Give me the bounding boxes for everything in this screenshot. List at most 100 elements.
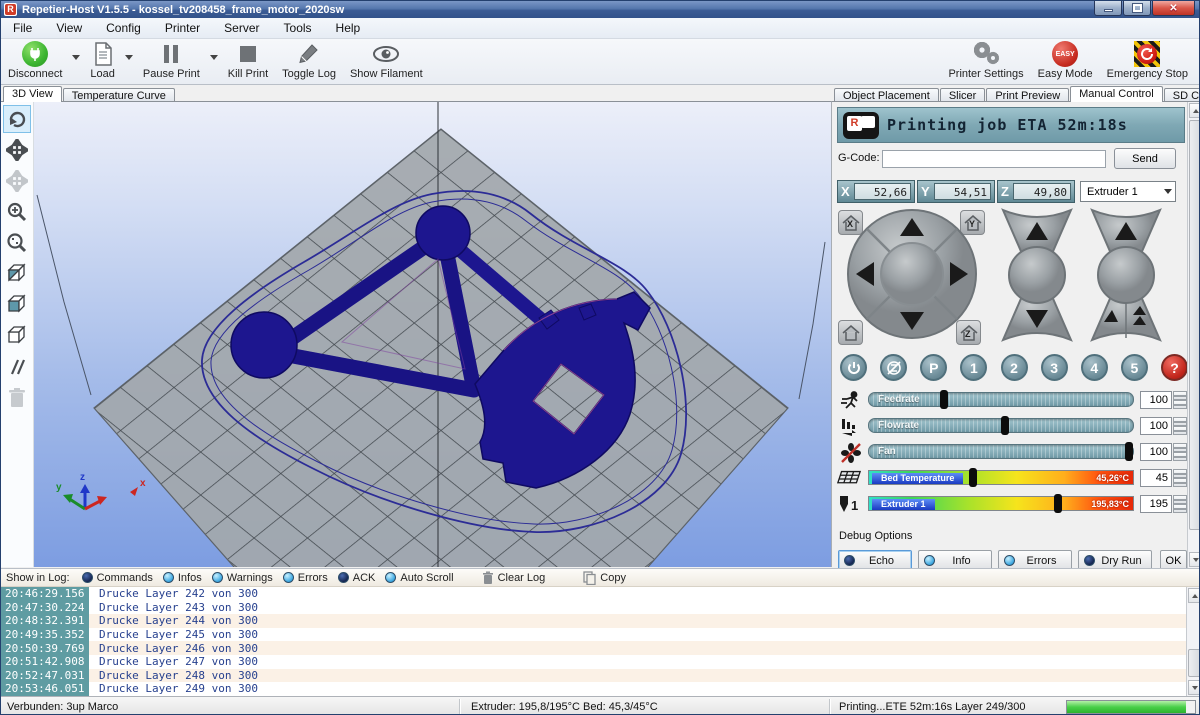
minimize-button[interactable] (1094, 1, 1122, 16)
fit-view-button[interactable] (3, 229, 31, 257)
close-button[interactable]: ✕ (1152, 1, 1195, 16)
preset-2-button[interactable]: 2 (1001, 354, 1028, 381)
copy-log-button[interactable]: Copy (583, 571, 626, 585)
scroll-down-button[interactable] (1189, 552, 1200, 567)
tab-3d-view[interactable]: 3D View (3, 86, 62, 102)
load-button[interactable]: Load (83, 39, 121, 84)
panel-scrollbar[interactable] (1187, 102, 1200, 568)
menu-help[interactable]: Help (324, 19, 373, 37)
extruder-temp-thumb[interactable] (1054, 494, 1062, 513)
log-scroll-down-button[interactable] (1188, 680, 1200, 695)
tab-slicer[interactable]: Slicer (940, 88, 986, 102)
tab-sd-card[interactable]: SD Card (1164, 88, 1200, 102)
fan-slider[interactable]: Fan (868, 444, 1134, 459)
menu-file[interactable]: File (1, 19, 44, 37)
disconnect-button[interactable]: Disconnect (1, 39, 69, 84)
zoom-in-button[interactable] (3, 198, 31, 226)
fan-slider-thumb[interactable] (1125, 442, 1133, 461)
tab-manual-control[interactable]: Manual Control (1070, 86, 1163, 102)
tab-temperature-curve[interactable]: Temperature Curve (63, 88, 175, 102)
extruder-target-value[interactable]: 195 (1140, 495, 1172, 513)
printer-settings-button[interactable]: Printer Settings (941, 39, 1030, 85)
rotate-view-button[interactable] (3, 105, 31, 133)
eye-icon (372, 41, 400, 67)
log-toggle-ack[interactable]: ACK (338, 572, 376, 584)
log-scrollbar[interactable] (1186, 587, 1200, 696)
top-view-button[interactable] (3, 322, 31, 350)
extruder-temp-spinner[interactable] (1173, 495, 1187, 513)
preset-1-button[interactable]: 1 (960, 354, 987, 381)
log-list[interactable]: 20:46:29.156Drucke Layer 242 von 300 20:… (1, 587, 1187, 696)
clear-log-button[interactable]: Clear Log (482, 571, 546, 585)
preset-3-button[interactable]: 3 (1041, 354, 1068, 381)
log-row: 20:47:30.224Drucke Layer 243 von 300 (1, 601, 1187, 615)
move-view-button[interactable] (3, 136, 31, 164)
easy-mode-button[interactable]: EASY Easy Mode (1031, 39, 1100, 85)
maximize-button[interactable] (1123, 1, 1151, 16)
parallel-projection-button[interactable] (3, 353, 31, 381)
fan-spinner[interactable] (1173, 443, 1187, 461)
motors-off-button[interactable] (880, 354, 907, 381)
front-view-button[interactable] (3, 291, 31, 319)
extruder-temperature-slider[interactable]: Extruder 1 195,83°C (868, 496, 1134, 511)
pause-print-button[interactable]: Pause Print (136, 39, 207, 84)
toggle-log-button[interactable]: Toggle Log (275, 39, 343, 84)
extruder-current-temp: 195,83°C (1091, 499, 1129, 509)
feedrate-spinner[interactable] (1173, 391, 1187, 409)
tab-object-placement[interactable]: Object Placement (834, 88, 939, 102)
stop-icon (238, 41, 258, 67)
load-dropdown[interactable] (122, 39, 136, 84)
flowrate-value[interactable]: 100 (1140, 417, 1172, 435)
power-button[interactable] (840, 354, 867, 381)
extruder-select[interactable]: Extruder 1 (1080, 181, 1176, 202)
fan-value[interactable]: 100 (1140, 443, 1172, 461)
extruder-jog-control[interactable] (1084, 206, 1168, 344)
log-toggle-errors[interactable]: Errors (283, 572, 328, 584)
preset-4-button[interactable]: 4 (1081, 354, 1108, 381)
scroll-up-button[interactable] (1189, 103, 1200, 118)
emergency-stop-button[interactable]: Emergency Stop (1100, 39, 1195, 85)
log-toggle-commands[interactable]: Commands (82, 572, 153, 584)
panel-scroll-thumb[interactable] (1189, 120, 1200, 530)
isometric-view-button[interactable] (3, 260, 31, 288)
flowrate-spinner[interactable] (1173, 417, 1187, 435)
help-button[interactable]: ? (1161, 354, 1188, 381)
iso-cube-icon (5, 262, 29, 286)
menu-view[interactable]: View (44, 19, 94, 37)
delete-object-button[interactable] (3, 384, 31, 412)
bed-temp-spinner[interactable] (1173, 469, 1187, 487)
feedrate-value[interactable]: 100 (1140, 391, 1172, 409)
gcode-input[interactable] (882, 150, 1106, 168)
feedrate-slider-thumb[interactable] (940, 390, 948, 409)
flowrate-slider[interactable]: Flowrate (868, 418, 1134, 433)
log-toggle-warnings[interactable]: Warnings (212, 572, 273, 584)
log-toggle-infos[interactable]: Infos (163, 572, 202, 584)
tab-print-preview[interactable]: Print Preview (986, 88, 1069, 102)
disconnect-dropdown[interactable] (69, 39, 83, 84)
manual-control-panel: R Printing job ETA 52m:18s G-Code: Send … (831, 101, 1200, 567)
send-button[interactable]: Send (1114, 148, 1176, 169)
log-toggle-autoscroll[interactable]: Auto Scroll (385, 572, 453, 584)
xy-jog-pad[interactable] (844, 206, 980, 342)
show-filament-button[interactable]: Show Filament (343, 39, 430, 84)
viewport-3d[interactable]: y z x (1, 101, 831, 567)
move-object-button[interactable] (3, 167, 31, 195)
extruder-icon: 1 (836, 494, 862, 516)
preset-5-button[interactable]: 5 (1121, 354, 1148, 381)
menu-config[interactable]: Config (94, 19, 153, 37)
log-scroll-up-button[interactable] (1188, 588, 1200, 603)
feedrate-slider[interactable]: Feedrate (868, 392, 1134, 407)
park-button[interactable]: P (920, 354, 947, 381)
menu-server[interactable]: Server (212, 19, 271, 37)
axis-label-y: y (56, 482, 62, 493)
menu-tools[interactable]: Tools (272, 19, 324, 37)
bed-temperature-slider[interactable]: Bed Temperature 45,26°C (868, 470, 1134, 485)
bed-target-value[interactable]: 45 (1140, 469, 1172, 487)
kill-print-button[interactable]: Kill Print (221, 39, 275, 84)
bed-temp-thumb[interactable] (969, 468, 977, 487)
z-jog-control[interactable] (995, 206, 1079, 344)
log-scroll-thumb[interactable] (1188, 649, 1200, 677)
flowrate-slider-thumb[interactable] (1001, 416, 1009, 435)
pause-dropdown[interactable] (207, 39, 221, 84)
menu-printer[interactable]: Printer (153, 19, 212, 37)
